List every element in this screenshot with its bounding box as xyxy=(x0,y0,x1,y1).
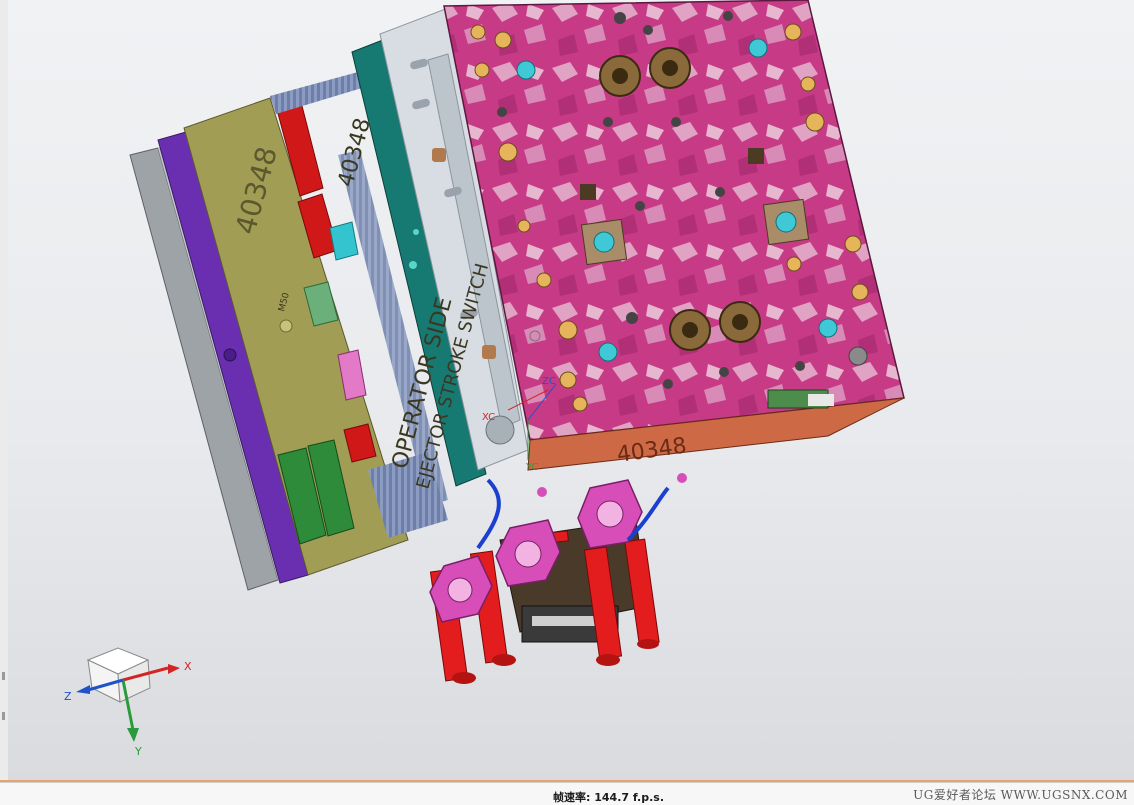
triad-x-label: X xyxy=(184,660,192,673)
status-bar: 帧速率: 144.7 f.p.s. UG爱好者论坛 WWW.UGSNX.COM xyxy=(0,782,1134,805)
blue-hose xyxy=(476,478,501,550)
fitting xyxy=(677,473,687,483)
triad-y-arrow xyxy=(127,728,139,742)
left-strip-tick xyxy=(2,712,5,720)
forum-watermark: UG爱好者论坛 WWW.UGSNX.COM xyxy=(913,788,1128,802)
part-number-secondary: 40348 xyxy=(334,115,376,189)
triad-z-arrow xyxy=(76,685,90,694)
graphics-viewport[interactable]: 40348 40348 40348 M50 OPERATOR SIDE EJEC… xyxy=(8,0,1134,780)
cyan-block xyxy=(329,221,359,261)
fitting xyxy=(537,487,547,497)
triad-x-arrow xyxy=(168,664,180,674)
triad-y-label: Y xyxy=(134,745,142,758)
left-strip-tick xyxy=(2,672,5,680)
clamp-plate-screw xyxy=(223,348,237,362)
manifold-nozzle xyxy=(432,148,446,162)
ejector-rail xyxy=(270,72,362,114)
manifold-nozzle xyxy=(482,345,496,359)
wcs-x-label: XC xyxy=(482,412,495,423)
frame-rate-readout: 帧速率: 144.7 f.p.s. xyxy=(553,791,664,804)
teal-plate-dowel xyxy=(409,261,417,269)
triad-z-label: Z xyxy=(64,690,72,703)
wcs-z-label: ZC xyxy=(542,376,556,387)
plate-hole xyxy=(279,319,293,333)
wcs-y-label: YC xyxy=(525,462,539,473)
switch-tab xyxy=(808,394,834,406)
mold-assembly-scene: 40348 40348 40348 M50 OPERATOR SIDE EJEC… xyxy=(64,0,905,758)
view-triad[interactable]: X Y Z xyxy=(64,647,192,758)
teal-plate-dowel xyxy=(413,229,419,235)
